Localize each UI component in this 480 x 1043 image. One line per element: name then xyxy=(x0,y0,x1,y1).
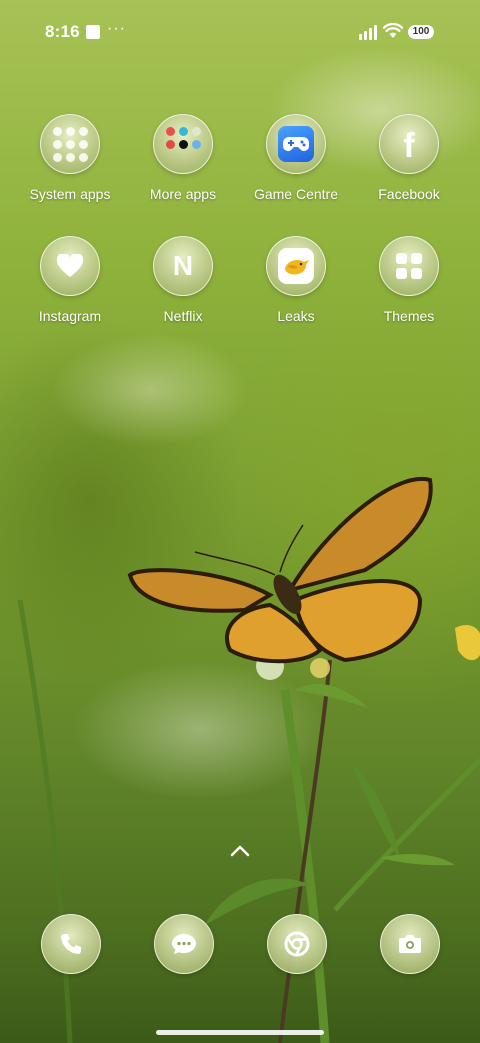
themes-grid-icon xyxy=(396,253,422,279)
app-more-apps[interactable]: More apps xyxy=(128,114,238,202)
app-label: Instagram xyxy=(38,308,102,324)
dock-browser[interactable] xyxy=(267,914,327,974)
app-facebook[interactable]: f Facebook xyxy=(354,114,464,202)
bird-icon xyxy=(278,248,314,284)
overflow-notifications-icon: ··· xyxy=(107,20,126,37)
app-label: Leaks xyxy=(277,308,315,324)
home-gesture-bar[interactable] xyxy=(156,1030,324,1035)
status-time: 8:16 xyxy=(45,22,80,41)
leaks-icon-button[interactable] xyxy=(266,236,326,296)
app-label: System apps xyxy=(29,186,111,202)
more-apps-folder-icon[interactable] xyxy=(153,114,213,174)
app-label: Facebook xyxy=(378,186,440,202)
dock-camera[interactable] xyxy=(380,914,440,974)
phone-icon xyxy=(61,934,81,954)
battery-indicator: 100 xyxy=(408,25,434,39)
app-instagram[interactable]: Instagram xyxy=(15,236,125,324)
message-icon xyxy=(172,934,196,954)
camera-button[interactable] xyxy=(380,914,440,974)
wifi-icon xyxy=(383,23,403,38)
app-themes[interactable]: Themes xyxy=(354,236,464,324)
app-game-centre[interactable]: Game Centre xyxy=(241,114,351,202)
app-netflix[interactable]: N Netflix xyxy=(128,236,238,324)
browser-button[interactable] xyxy=(267,914,327,974)
netflix-icon: N xyxy=(172,250,194,281)
app-label: Game Centre xyxy=(253,186,339,202)
game-centre-icon-button[interactable] xyxy=(266,114,326,174)
notification-icon xyxy=(86,25,100,39)
signal-icon xyxy=(359,24,379,40)
app-label: Netflix xyxy=(163,308,203,324)
instagram-icon-button[interactable] xyxy=(40,236,100,296)
heart-icon xyxy=(57,254,83,277)
app-label: More apps xyxy=(149,186,217,202)
messages-button[interactable] xyxy=(154,914,214,974)
chevron-up-icon[interactable] xyxy=(228,843,252,859)
status-bar: 8:16 ··· 100 xyxy=(0,0,480,64)
themes-icon-button[interactable] xyxy=(379,236,439,296)
dock-messages[interactable] xyxy=(154,914,214,974)
camera-icon xyxy=(399,935,421,953)
gamepad-icon xyxy=(278,126,314,162)
phone-button[interactable] xyxy=(41,914,101,974)
app-leaks[interactable]: Leaks xyxy=(241,236,351,324)
netflix-icon-button[interactable]: N xyxy=(153,236,213,296)
facebook-icon-button[interactable]: f xyxy=(379,114,439,174)
chrome-icon xyxy=(284,931,310,957)
dock-phone[interactable] xyxy=(41,914,101,974)
facebook-icon: f xyxy=(403,127,415,165)
system-apps-folder-icon[interactable] xyxy=(40,114,100,174)
app-system-apps[interactable]: System apps xyxy=(15,114,125,202)
app-label: Themes xyxy=(383,308,435,324)
